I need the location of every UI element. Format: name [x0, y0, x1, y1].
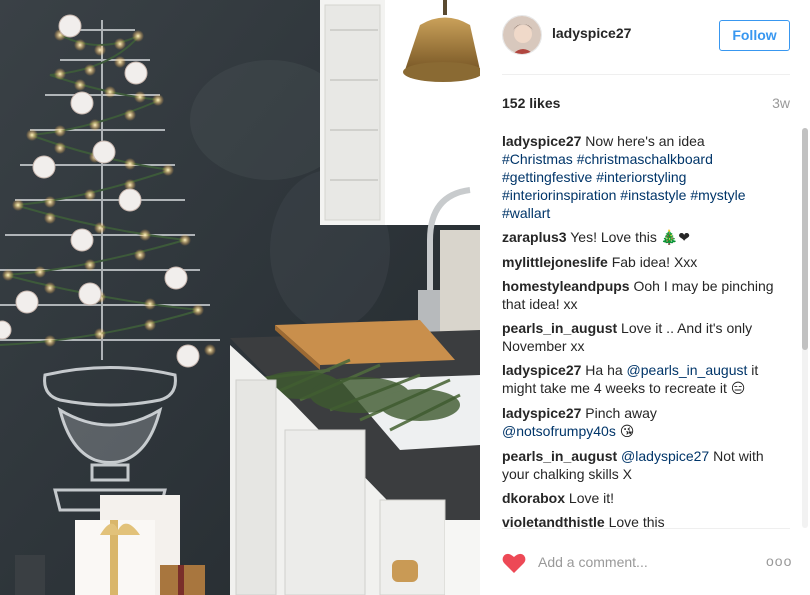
comment-text: Yes! Love this	[570, 229, 661, 245]
comment-text: Love it!	[568, 490, 615, 506]
divider	[502, 528, 790, 529]
comment-item: zaraplus3 Yes! Love this 🎄❤	[502, 228, 774, 247]
follow-button[interactable]: Follow	[719, 20, 790, 51]
hashtag[interactable]: #gettingfestive	[502, 169, 592, 185]
heart-icon[interactable]	[502, 552, 526, 574]
avatar-image	[503, 16, 541, 54]
mention-link[interactable]: @pearls_in_august	[627, 362, 748, 378]
mention-link[interactable]: @ladyspice27	[621, 448, 709, 464]
comment-item: violetandthistle Love this	[502, 513, 774, 528]
comment-text: Love this	[608, 514, 665, 528]
likes-count[interactable]: 152 likes	[502, 95, 560, 111]
post-header: ladyspice27 Follow	[480, 0, 810, 74]
divider	[502, 74, 790, 75]
expressionless-emoji: 😑	[730, 381, 746, 397]
kiss-emoji: 😘	[619, 424, 635, 440]
username[interactable]: ladyspice27	[552, 25, 631, 41]
caption: ladyspice27 Now here's an idea #Christma…	[502, 132, 774, 222]
add-comment-input[interactable]	[538, 550, 748, 574]
comment-username[interactable]: ladyspice27	[502, 405, 581, 421]
mention-link[interactable]: @notsofrumpy40s	[502, 423, 616, 439]
comment-text: Pinch away	[585, 405, 657, 421]
hashtag[interactable]: #wallart	[502, 205, 550, 221]
comment-username[interactable]: violetandthistle	[502, 514, 605, 528]
hashtag[interactable]: #christmaschalkboard	[577, 151, 713, 167]
comment-username[interactable]: pearls_in_august	[502, 320, 617, 336]
comment-item: homestyleandpups Ooh I may be pinching t…	[502, 277, 774, 313]
more-options-icon[interactable]: ooo	[766, 553, 792, 569]
comment-username[interactable]: ladyspice27	[502, 133, 581, 149]
comment-item: ladyspice27 Ha ha @pearls_in_august it m…	[502, 361, 774, 398]
comment-text: Ha ha	[585, 362, 627, 378]
comment-item: mylittlejoneslife Fab idea! Xxx	[502, 253, 774, 271]
post-time[interactable]: 3w	[772, 95, 790, 111]
comment-username[interactable]: dkorabox	[502, 490, 565, 506]
comment-text: Fab idea! Xxx	[611, 254, 698, 270]
avatar[interactable]	[502, 15, 542, 55]
comment-item: pearls_in_august Love it .. And it's onl…	[502, 319, 774, 355]
scrollbar-thumb[interactable]	[802, 128, 808, 350]
comment-username[interactable]: pearls_in_august	[502, 448, 617, 464]
comment-username[interactable]: ladyspice27	[502, 362, 581, 378]
tree-heart-emoji: 🎄❤	[660, 230, 690, 246]
comment-username[interactable]: zaraplus3	[502, 229, 567, 245]
comment-username[interactable]: mylittlejoneslife	[502, 254, 608, 270]
comment-item: pearls_in_august @ladyspice27 Not with y…	[502, 447, 774, 483]
hashtag[interactable]: #instastyle	[620, 187, 686, 203]
comment-item: dkorabox Love it!	[502, 489, 774, 507]
heart-icon-glyph	[502, 553, 526, 573]
caption-text: Now here's an idea	[585, 133, 705, 149]
post-image-artwork	[0, 0, 480, 595]
hashtag[interactable]: #interiorinspiration	[502, 187, 616, 203]
hashtag[interactable]: #interiorstyling	[596, 169, 686, 185]
hashtag[interactable]: #mystyle	[690, 187, 745, 203]
comment-username[interactable]: homestyleandpups	[502, 278, 630, 294]
post-image	[0, 0, 480, 595]
hashtag[interactable]: #Christmas	[502, 151, 573, 167]
comments-list: ladyspice27 Now here's an idea #Christma…	[502, 132, 774, 528]
comments-scrollbar[interactable]	[802, 128, 808, 528]
post-panel: ladyspice27 Follow 152 likes 3w ladyspic…	[480, 0, 810, 595]
comment-item: ladyspice27 Pinch away @notsofrumpy40s 😘	[502, 404, 774, 441]
